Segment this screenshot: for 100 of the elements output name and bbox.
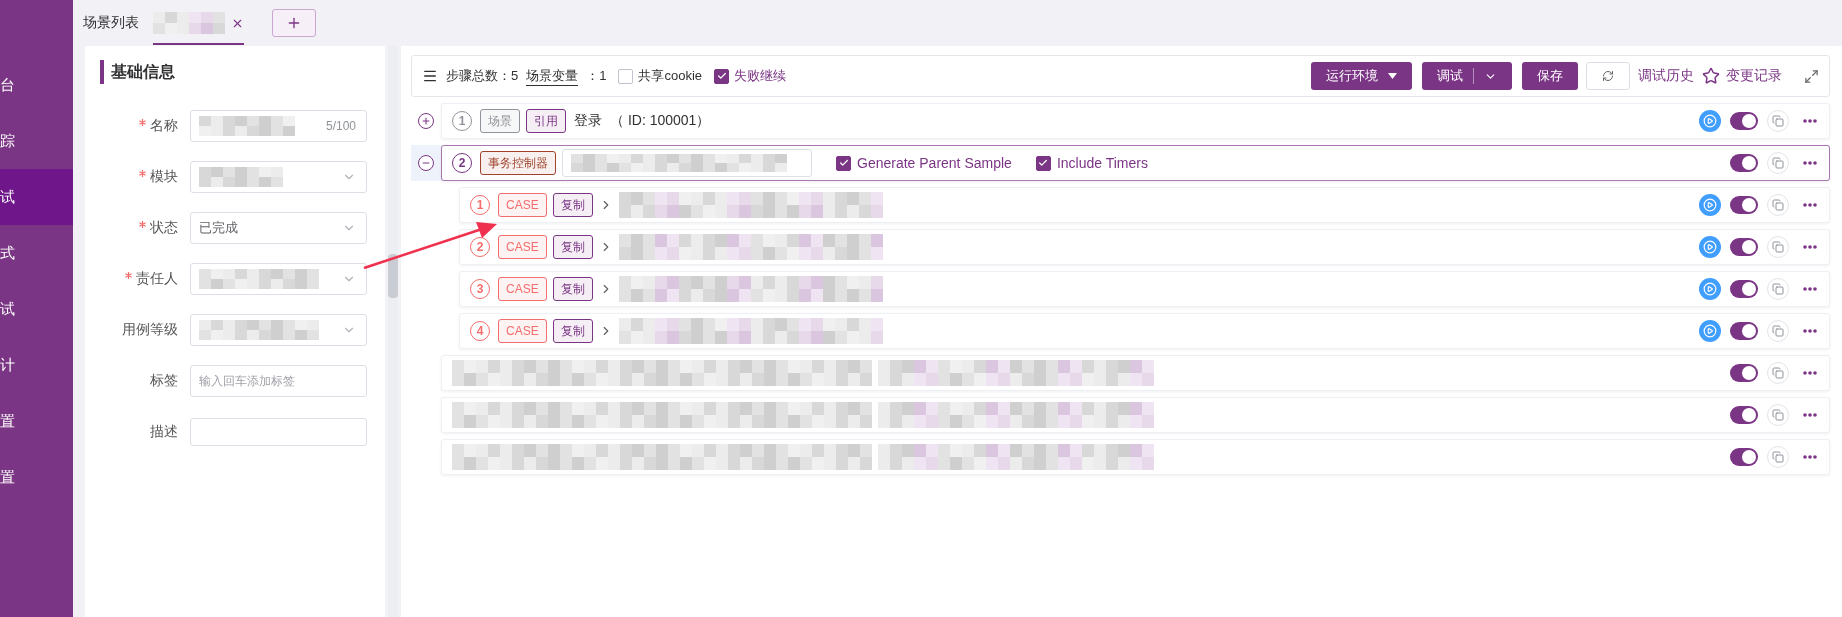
enable-toggle[interactable] [1730, 448, 1758, 466]
option-checkbox[interactable]: 共享cookie [618, 67, 703, 85]
more-button[interactable] [1801, 455, 1819, 459]
section-title: 基础信息 [100, 60, 367, 84]
run-button[interactable] [1699, 278, 1721, 300]
more-button[interactable] [1801, 371, 1819, 375]
option-checkbox[interactable]: Generate Parent Sample [836, 155, 1012, 171]
variables-link[interactable]: 场景变量 [526, 66, 579, 86]
enable-toggle[interactable] [1730, 364, 1758, 382]
sidebar-item[interactable]: 式 [0, 225, 73, 281]
copy-icon [1772, 409, 1784, 421]
char-counter: 5/100 [325, 118, 356, 133]
textarea-field[interactable] [190, 417, 367, 446]
collapse-button[interactable] [418, 155, 434, 171]
copy-icon [1772, 367, 1784, 379]
enable-toggle[interactable] [1730, 196, 1758, 214]
copy-icon [1772, 325, 1784, 337]
enable-toggle[interactable] [1730, 322, 1758, 340]
enable-toggle[interactable] [1730, 154, 1758, 172]
field-label: 模块 [100, 167, 178, 186]
field-label: 用例等级 [121, 320, 178, 339]
sidebar-item[interactable]: 置 [0, 393, 73, 449]
copy-icon [1772, 241, 1784, 253]
more-button[interactable] [1801, 287, 1819, 291]
more-button[interactable] [1801, 161, 1819, 165]
save-button[interactable]: 保存 [1522, 62, 1578, 90]
sidebar-item[interactable]: 试 [0, 281, 73, 337]
sidebar-item[interactable]: 踪 [0, 113, 73, 169]
select-field[interactable] [190, 262, 367, 295]
play-icon [1703, 198, 1717, 212]
step-tag: 事务控制器 [480, 151, 556, 175]
sidebar-item[interactable]: 试 [0, 169, 73, 225]
more-icon [1803, 119, 1817, 123]
star-icon [1702, 67, 1720, 85]
toolbar-link[interactable]: 调试历史 [1638, 67, 1694, 85]
play-icon [1703, 282, 1717, 296]
more-button[interactable] [1801, 245, 1819, 249]
more-icon [1803, 161, 1817, 165]
step-tag: 复制 [552, 235, 593, 259]
debug-button[interactable]: 调试 [1422, 62, 1512, 90]
step-tag: 场景 [480, 109, 520, 133]
menu-icon[interactable] [422, 68, 438, 84]
sidebar-item[interactable]: 台 [0, 57, 73, 113]
select-field[interactable] [190, 313, 367, 346]
sidebar-item[interactable]: 计 [0, 337, 73, 393]
text-field[interactable]: 输入回车添加标签 [190, 364, 367, 397]
run-button[interactable] [1699, 236, 1721, 258]
environment-button[interactable]: 运行环境 [1311, 62, 1412, 90]
scrollbar-thumb[interactable] [388, 254, 398, 298]
field-label: 标签 [149, 371, 178, 390]
step-tag: CASE [498, 193, 547, 217]
toolbar-link[interactable]: 变更记录 [1702, 67, 1782, 85]
field-label: 名称 [100, 116, 178, 135]
run-button[interactable] [1699, 110, 1721, 132]
add-tab-button[interactable] [272, 9, 316, 37]
field-label: 状态 [100, 218, 178, 237]
variables-count: ：1 [586, 67, 607, 85]
copy-icon [1772, 451, 1784, 463]
run-button[interactable] [1699, 194, 1721, 216]
expand-button[interactable] [418, 113, 434, 129]
more-button[interactable] [1801, 329, 1819, 333]
more-icon [1803, 245, 1817, 249]
step-tag: 引用 [526, 109, 566, 133]
enable-toggle[interactable] [1730, 112, 1758, 130]
step-tag: 复制 [552, 319, 593, 343]
field-label: 责任人 [100, 269, 178, 288]
plus-icon [286, 15, 302, 31]
enable-toggle[interactable] [1730, 406, 1758, 424]
more-button[interactable] [1801, 119, 1819, 123]
copy-icon [1772, 199, 1784, 211]
step-tag: CASE [498, 319, 547, 343]
sidebar-item[interactable]: 置 [0, 449, 73, 505]
enable-toggle[interactable] [1730, 238, 1758, 256]
plus-icon [421, 116, 431, 126]
more-button[interactable] [1801, 203, 1819, 207]
option-checkbox[interactable]: Include Timers [1035, 155, 1148, 171]
run-button[interactable] [1699, 320, 1721, 342]
fullscreen-icon[interactable] [1804, 68, 1819, 84]
more-icon [1803, 287, 1817, 291]
name-field[interactable] [562, 149, 812, 177]
copy-icon [1772, 157, 1784, 169]
option-checkbox[interactable]: 失败继续 [714, 67, 787, 85]
check-icon [838, 158, 849, 168]
more-icon [1803, 413, 1817, 417]
blurred-text [153, 12, 225, 34]
select-field[interactable] [190, 160, 367, 193]
tab[interactable]: 场景列表 [83, 3, 139, 45]
more-button[interactable] [1801, 413, 1819, 417]
refresh-icon [1602, 70, 1614, 82]
select-field[interactable]: 已完成 [190, 211, 367, 244]
caret-icon [1388, 73, 1397, 79]
more-icon [1803, 455, 1817, 459]
enable-toggle[interactable] [1730, 280, 1758, 298]
more-icon [1803, 203, 1817, 207]
check-icon [716, 71, 727, 81]
step-tag: CASE [498, 235, 547, 259]
more-icon [1803, 371, 1817, 375]
step-id: （ ID: 100001） [610, 112, 711, 130]
step-total: 步骤总数：5 [446, 67, 519, 85]
step-tag: CASE [498, 277, 547, 301]
